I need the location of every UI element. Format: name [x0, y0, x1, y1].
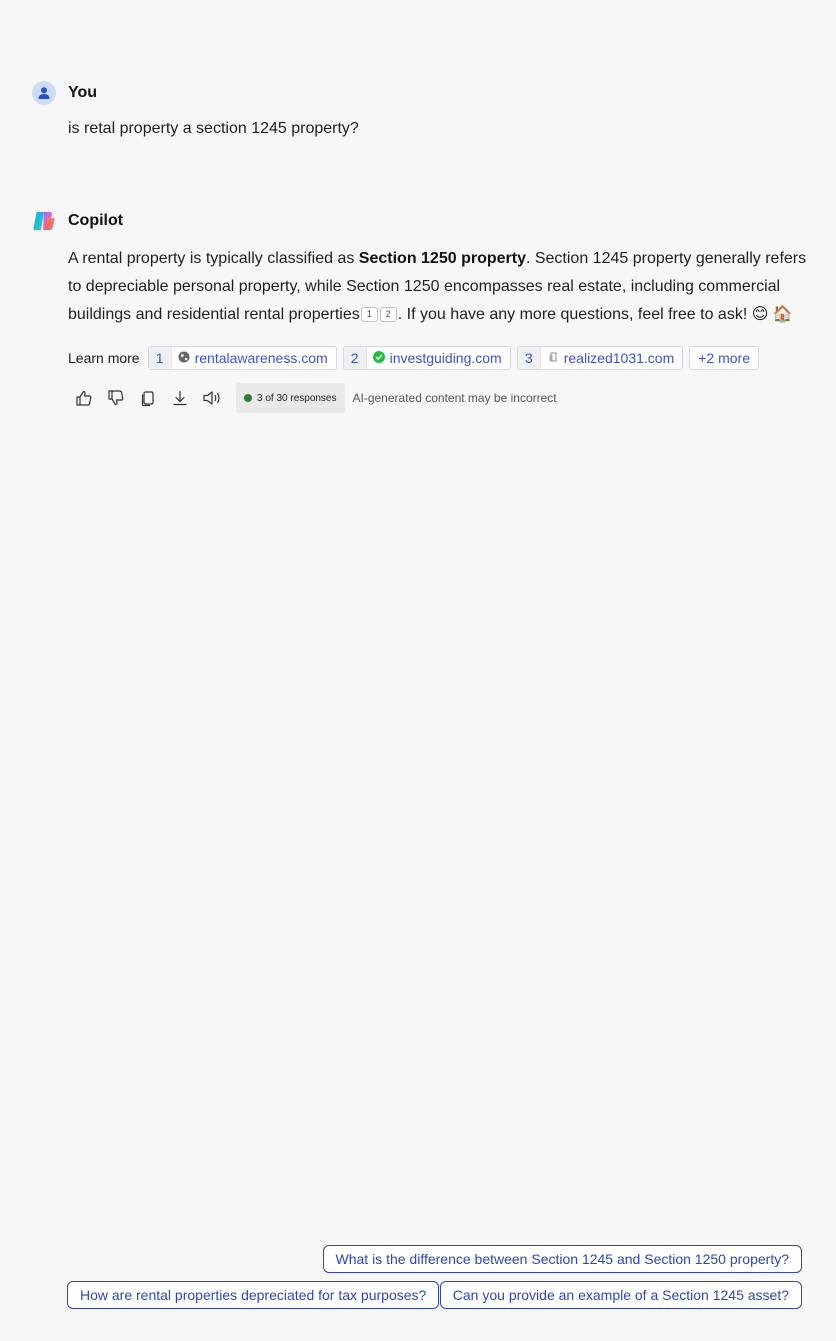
source-site: rentalawareness.com — [194, 350, 328, 366]
thumbs-up-icon[interactable] — [72, 383, 96, 413]
learn-more-row: Learn more 1 rentalawareness.com 2 inves… — [68, 346, 759, 370]
download-icon[interactable] — [168, 383, 192, 413]
answer-bold-term: Section 1250 property — [358, 250, 526, 267]
status-dot-icon — [244, 394, 252, 402]
source-number: 3 — [517, 347, 541, 369]
source-number: 2 — [343, 347, 367, 369]
source-site: realized1031.com — [563, 350, 675, 366]
response-actions-bar: 3 of 30 responses AI-generated content m… — [72, 383, 557, 413]
source-chip-3[interactable]: 3 realized1031.com — [516, 346, 684, 370]
suggestion-button-3[interactable]: Can you provide an example of a Section … — [439, 1281, 802, 1309]
suggestion-button-1[interactable]: What is the difference between Section 1… — [322, 1245, 802, 1273]
user-message-header: You — [32, 81, 97, 105]
check-circle-icon — [372, 350, 385, 366]
response-counter[interactable]: 3 of 30 responses — [236, 383, 345, 413]
suggestion-button-2[interactable]: How are rental properties depreciated fo… — [67, 1281, 440, 1309]
user-name: You — [68, 84, 98, 101]
learn-more-label: Learn more — [68, 350, 140, 366]
copilot-answer-text: A rental property is typically classifie… — [68, 245, 808, 329]
ai-disclaimer: AI-generated content may be incorrect — [352, 391, 557, 405]
copilot-name: Copilot — [68, 212, 124, 229]
citation-1[interactable]: 1 — [360, 307, 378, 322]
answer-segment: A rental property is typically classifie… — [68, 250, 359, 267]
globe-icon — [178, 350, 190, 366]
source-chip-2[interactable]: 2 investguiding.com — [342, 346, 511, 370]
user-avatar-icon — [32, 81, 56, 105]
citation-2[interactable]: 2 — [379, 307, 397, 322]
answer-segment: . If you have any more questions, feel f… — [397, 306, 793, 323]
speaker-icon[interactable] — [200, 383, 224, 413]
response-count-text: 3 of 30 responses — [257, 392, 337, 404]
document-icon — [547, 350, 559, 366]
thumbs-down-icon[interactable] — [104, 383, 128, 413]
more-sources-button[interactable]: +2 more — [689, 346, 759, 370]
copilot-logo-icon — [32, 209, 56, 233]
copilot-message-header: Copilot — [32, 209, 123, 233]
user-message-text: is retal property a section 1245 propert… — [68, 120, 359, 137]
source-site: investguiding.com — [389, 350, 502, 366]
source-chip-1[interactable]: 1 rentalawareness.com — [147, 346, 337, 370]
copy-icon[interactable] — [136, 383, 160, 413]
source-number: 1 — [148, 347, 172, 369]
